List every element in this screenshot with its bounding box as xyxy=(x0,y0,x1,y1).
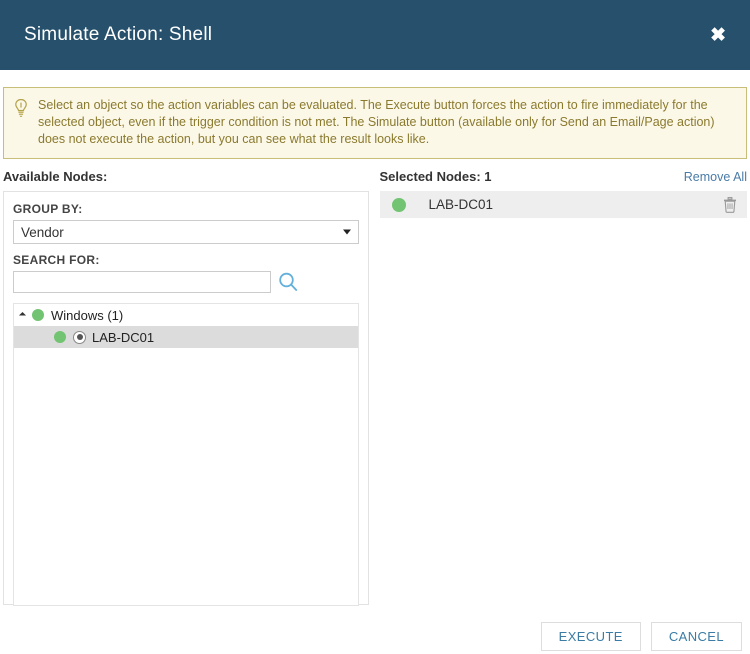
group-by-label: GROUP BY: xyxy=(13,202,83,216)
group-by-select[interactable]: Vendor xyxy=(13,220,359,244)
search-row xyxy=(13,271,359,293)
dialog-title: Simulate Action: Shell xyxy=(24,24,213,45)
selected-nodes-header: Selected Nodes: 1 Remove All xyxy=(380,169,747,191)
remove-all-link[interactable]: Remove All xyxy=(684,170,747,184)
available-nodes-heading: Available Nodes: xyxy=(3,169,108,184)
close-icon[interactable]: ✖ xyxy=(704,22,732,49)
tree-group-label: Windows (1) xyxy=(51,307,124,323)
status-dot-icon xyxy=(32,309,44,321)
node-radio-button[interactable] xyxy=(73,330,86,344)
status-dot-icon xyxy=(54,331,66,343)
tree-node-row[interactable]: LAB-DC01 xyxy=(14,326,358,348)
info-banner-wrapper: Select an object so the action variables… xyxy=(0,70,750,159)
selected-node-item[interactable]: LAB-DC01 xyxy=(379,191,747,218)
search-icon[interactable] xyxy=(277,271,299,293)
info-banner: Select an object so the action variables… xyxy=(3,87,747,159)
tree-node-label: LAB-DC01 xyxy=(92,329,155,345)
dialog-footer: EXECUTE CANCEL xyxy=(0,622,750,651)
collapse-triangle-icon[interactable] xyxy=(18,311,27,319)
tree-group-row[interactable]: Windows (1) xyxy=(14,304,358,326)
selected-nodes-heading: Selected Nodes: 1 xyxy=(379,169,492,184)
search-for-label: SEARCH FOR: xyxy=(13,253,100,267)
lightbulb-icon xyxy=(12,98,30,118)
group-by-value: Vendor xyxy=(21,224,64,240)
available-nodes-header: Available Nodes: xyxy=(3,169,369,191)
chevron-down-icon xyxy=(342,229,351,235)
available-nodes-panel: GROUP BY: Vendor SEARCH FOR: Windows (1)… xyxy=(3,191,369,606)
node-picker: Available Nodes: GROUP BY: Vendor SEARCH… xyxy=(0,159,750,606)
status-dot-icon xyxy=(391,197,406,212)
cancel-button[interactable]: CANCEL xyxy=(650,622,742,651)
dialog-title-bar: Simulate Action: Shell ✖ xyxy=(0,0,750,70)
trash-icon[interactable] xyxy=(723,196,737,213)
execute-button[interactable]: EXECUTE xyxy=(540,622,641,651)
info-banner-text: Select an object so the action variables… xyxy=(38,98,715,146)
node-tree: Windows (1) LAB-DC01 xyxy=(13,303,359,606)
available-nodes-column: Available Nodes: GROUP BY: Vendor SEARCH… xyxy=(3,169,369,606)
search-input[interactable] xyxy=(13,271,271,293)
selected-node-label: LAB-DC01 xyxy=(428,197,494,212)
selected-nodes-column: Selected Nodes: 1 Remove All LAB-DC01 xyxy=(379,169,747,605)
